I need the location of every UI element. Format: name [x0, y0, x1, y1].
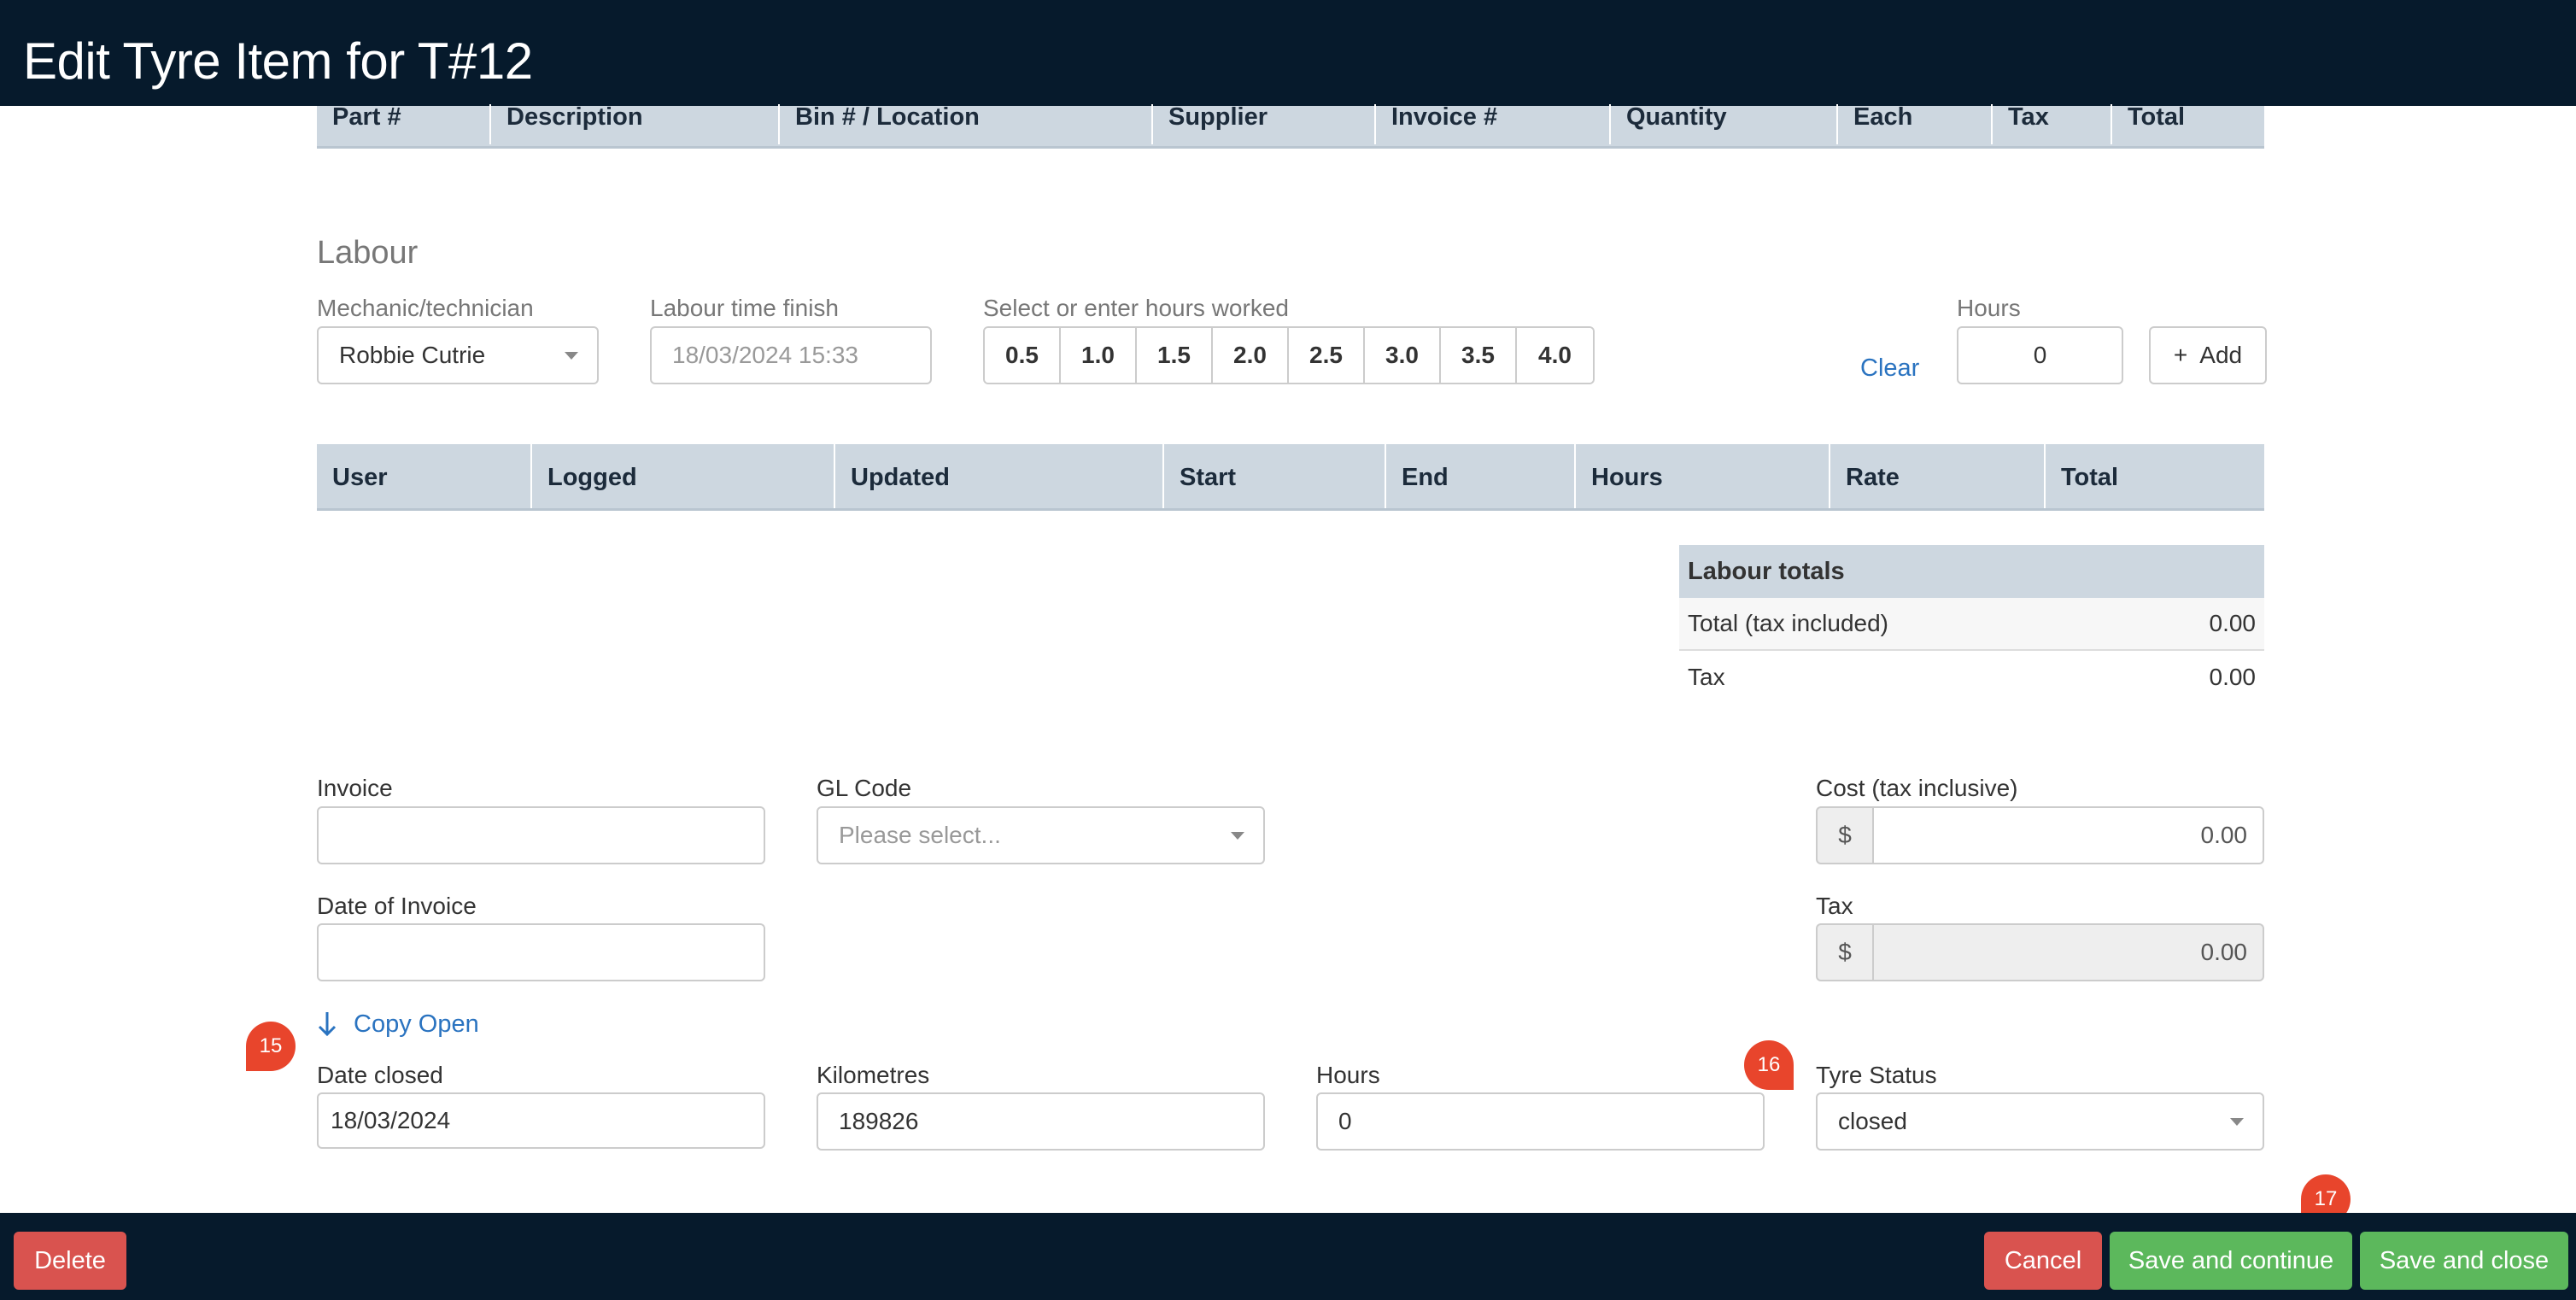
column-total: Total [2111, 104, 2185, 144]
column-start: Start [1162, 444, 1236, 508]
labour-hours-label: Hours [1957, 295, 2021, 321]
column-description: Description [489, 104, 643, 144]
tax-label: Tax [1816, 893, 1853, 919]
labour-totals-table: Labour totals Total (tax included) 0.00 … [1679, 545, 2264, 704]
hours-option-0-5[interactable]: 0.5 [985, 328, 1061, 383]
add-labour-label: + Add [2173, 342, 2243, 368]
hours-option-1-5[interactable]: 1.5 [1137, 328, 1213, 383]
save-and-close-button[interactable]: Save and close [2360, 1232, 2568, 1290]
labour-totals-title: Labour totals [1679, 545, 2264, 598]
column-bin-location: Bin # / Location [778, 104, 980, 144]
date-closed-input[interactable]: 18/03/2024 [317, 1092, 765, 1149]
column-end: End [1385, 444, 1449, 508]
parts-table-header: Part # Description Bin # / Location Supp… [317, 103, 2264, 149]
column-tax: Tax [1991, 104, 2049, 144]
labour-total-value: 0.00 [2209, 610, 2257, 636]
kilometres-label: Kilometres [817, 1062, 930, 1088]
column-part-number: Part # [332, 103, 401, 131]
column-supplier: Supplier [1151, 104, 1268, 144]
hours-option-3-0[interactable]: 3.0 [1365, 328, 1441, 383]
closing-hours-label: Hours [1316, 1062, 1380, 1088]
delete-button[interactable]: Delete [14, 1232, 126, 1290]
labour-tax-value: 0.00 [2209, 664, 2257, 690]
tax-input: 0.00 [1872, 923, 2264, 981]
column-rate: Rate [1829, 444, 1900, 508]
date-of-invoice-input[interactable] [317, 923, 765, 981]
gl-code-label: GL Code [817, 775, 912, 801]
cost-currency-addon: $ [1816, 806, 1872, 864]
step-badge-15: 15 [246, 1022, 296, 1071]
column-updated: Updated [834, 444, 950, 508]
hours-option-3-5[interactable]: 3.5 [1441, 328, 1517, 383]
column-each: Each [1836, 104, 1912, 144]
date-of-invoice-label: Date of Invoice [317, 893, 477, 919]
labour-finish-placeholder: 18/03/2024 15:33 [672, 342, 858, 368]
column-logged: Logged [530, 444, 637, 508]
labour-hours-input[interactable]: 0 [1957, 326, 2123, 384]
labour-total-label: Total (tax included) [1688, 610, 1889, 636]
hours-option-4-0[interactable]: 4.0 [1517, 328, 1593, 383]
arrow-down-icon [318, 1012, 337, 1037]
tax-value: 0.00 [2200, 939, 2248, 965]
chevron-down-icon [565, 352, 578, 360]
labour-finish-input[interactable]: 18/03/2024 15:33 [650, 326, 932, 384]
cost-value: 0.00 [2200, 822, 2248, 848]
hours-option-1-0[interactable]: 1.0 [1061, 328, 1137, 383]
hours-select-label: Select or enter hours worked [983, 295, 1289, 321]
page-title: Edit Tyre Item for T#12 [23, 32, 533, 90]
app-header: Edit Tyre Item for T#12 [0, 0, 2576, 106]
gl-code-select[interactable]: Please select... [817, 806, 1265, 864]
tax-currency-addon: $ [1816, 923, 1872, 981]
closing-hours-value: 0 [1338, 1108, 1352, 1134]
labour-finish-label: Labour time finish [650, 295, 840, 321]
closing-hours-input[interactable]: 0 [1316, 1092, 1765, 1151]
column-labour-total: Total [2044, 444, 2118, 508]
tyre-status-select[interactable]: closed [1816, 1092, 2264, 1151]
labour-section-title: Labour [317, 235, 419, 271]
invoice-label: Invoice [317, 775, 393, 801]
add-labour-button[interactable]: + Add [2149, 326, 2267, 384]
cancel-button[interactable]: Cancel [1984, 1232, 2102, 1290]
labour-tax-row: Tax 0.00 [1679, 651, 2264, 704]
labour-table-header: User Logged Updated Start End Hours Rate… [317, 444, 2264, 511]
hours-option-2-5[interactable]: 2.5 [1289, 328, 1365, 383]
clear-hours-link[interactable]: Clear [1860, 354, 1919, 383]
date-closed-label: Date closed [317, 1062, 443, 1088]
tyre-status-label: Tyre Status [1816, 1062, 1937, 1088]
column-quantity: Quantity [1609, 104, 1727, 144]
column-invoice-number: Invoice # [1374, 104, 1497, 144]
kilometres-input[interactable]: 189826 [817, 1092, 1265, 1151]
copy-open-link[interactable]: Copy Open [354, 1010, 479, 1039]
mechanic-label: Mechanic/technician [317, 295, 534, 321]
labour-total-row: Total (tax included) 0.00 [1679, 598, 2264, 651]
labour-hours-value: 0 [2033, 342, 2047, 368]
hours-quick-select: 0.5 1.0 1.5 2.0 2.5 3.0 3.5 4.0 [983, 326, 1595, 384]
chevron-down-icon [2230, 1118, 2244, 1126]
mechanic-select[interactable]: Robbie Cutrie [317, 326, 599, 384]
gl-code-placeholder: Please select... [839, 822, 1001, 848]
tyre-status-value: closed [1838, 1108, 1907, 1134]
cost-input[interactable]: 0.00 [1872, 806, 2264, 864]
save-and-continue-button[interactable]: Save and continue [2110, 1232, 2352, 1290]
mechanic-select-value: Robbie Cutrie [339, 342, 486, 368]
date-closed-value: 18/03/2024 [331, 1107, 451, 1133]
cost-label: Cost (tax inclusive) [1816, 775, 2018, 801]
invoice-input[interactable] [317, 806, 765, 864]
kilometres-value: 189826 [839, 1108, 919, 1134]
labour-tax-label: Tax [1688, 664, 1725, 690]
hours-option-2-0[interactable]: 2.0 [1213, 328, 1289, 383]
step-badge-16: 16 [1744, 1040, 1794, 1090]
chevron-down-icon [1231, 832, 1244, 840]
column-hours: Hours [1574, 444, 1663, 508]
footer-bar: Delete Cancel Save and continue Save and… [0, 1213, 2576, 1300]
column-user: User [332, 464, 388, 491]
